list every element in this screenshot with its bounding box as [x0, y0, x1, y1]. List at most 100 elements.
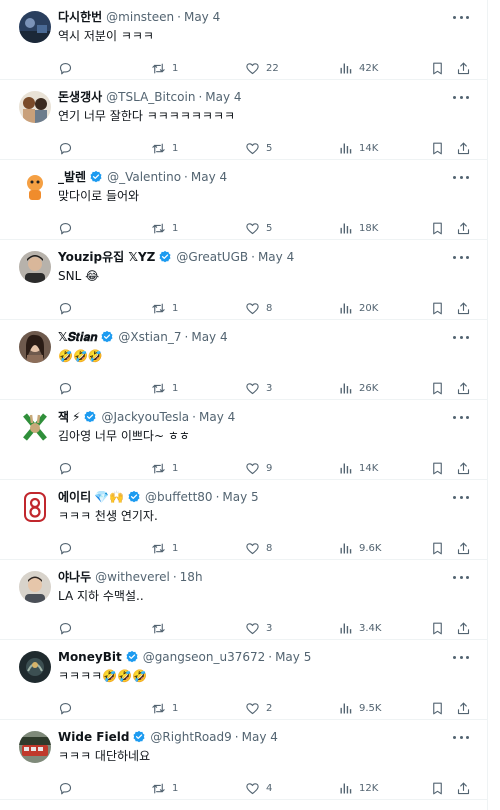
- reply-button[interactable]: [58, 140, 73, 156]
- like-button[interactable]: 9: [245, 460, 272, 476]
- author-name[interactable]: 야나두: [58, 568, 91, 586]
- views-button[interactable]: 18K: [338, 220, 378, 236]
- bookmark-button[interactable]: [430, 380, 445, 396]
- share-button[interactable]: [456, 300, 471, 316]
- tweet[interactable]: Youzip유집 𝕏YZ @GreatUGB · May 4 SNL 😂 1 8 20K: [0, 240, 487, 320]
- reply-button[interactable]: [58, 60, 73, 76]
- author-handle[interactable]: @TSLA_Bitcoin: [106, 88, 195, 106]
- avatar[interactable]: [19, 251, 51, 283]
- bookmark-button[interactable]: [430, 60, 445, 76]
- author-name[interactable]: 𝕏𝑺𝒕𝒊𝒂𝒏: [58, 328, 97, 346]
- author-handle[interactable]: @gangseon_u37672: [143, 648, 266, 666]
- avatar[interactable]: [19, 171, 51, 203]
- author-handle[interactable]: @Xstian_7: [118, 328, 181, 346]
- share-button[interactable]: [456, 460, 471, 476]
- bookmark-button[interactable]: [430, 220, 445, 236]
- views-button[interactable]: 42K: [338, 60, 378, 76]
- like-button[interactable]: 4: [245, 780, 272, 796]
- author-name[interactable]: 돈생갱사: [58, 88, 102, 106]
- reply-button[interactable]: [58, 780, 73, 796]
- tweet[interactable]: Wide Field @RightRoad9 · May 4 ㅋㅋㅋ 대단하네요 1 4 12…: [0, 720, 487, 800]
- tweet[interactable]: 돈생갱사 @TSLA_Bitcoin · May 4 연기 너무 잘한다 ㅋㅋㅋㅋㅋㅋㅋ…: [0, 80, 487, 160]
- timestamp[interactable]: May 4: [191, 168, 227, 186]
- avatar[interactable]: [19, 651, 51, 683]
- tweet[interactable]: 야나두 @witheverel · 18h LA 지하 수맥설.. 3 3.4K: [0, 560, 487, 640]
- author-handle[interactable]: @RightRoad9: [150, 728, 231, 746]
- avatar[interactable]: [19, 91, 51, 123]
- avatar[interactable]: [19, 411, 51, 443]
- more-options-icon[interactable]: [453, 333, 469, 341]
- like-button[interactable]: 5: [245, 140, 272, 156]
- avatar[interactable]: [19, 571, 51, 603]
- share-button[interactable]: [456, 700, 471, 716]
- more-options-icon[interactable]: [453, 253, 469, 261]
- like-button[interactable]: 22: [245, 60, 279, 76]
- like-button[interactable]: 3: [245, 380, 272, 396]
- views-button[interactable]: 3.4K: [338, 620, 381, 636]
- reply-button[interactable]: [58, 300, 73, 316]
- retweet-button[interactable]: 1: [151, 700, 178, 716]
- author-handle[interactable]: @GreatUGB: [176, 248, 248, 266]
- retweet-button[interactable]: [151, 620, 172, 636]
- bookmark-button[interactable]: [430, 540, 445, 556]
- reply-button[interactable]: [58, 220, 73, 236]
- views-button[interactable]: 9.5K: [338, 700, 381, 716]
- tweet[interactable]: MoneyBit @gangseon_u37672 · May 5 ㅋㅋㅋㅋ🤣🤣🤣 1 2 9…: [0, 640, 487, 720]
- views-button[interactable]: 20K: [338, 300, 378, 316]
- author-name[interactable]: 잭: [58, 408, 69, 426]
- timestamp[interactable]: May 5: [222, 488, 258, 506]
- bookmark-button[interactable]: [430, 780, 445, 796]
- more-options-icon[interactable]: [453, 733, 469, 741]
- views-button[interactable]: 26K: [338, 380, 378, 396]
- retweet-button[interactable]: 1: [151, 780, 178, 796]
- tweet[interactable]: 다시한번 @minsteen · May 4 역시 저분이 ㅋㅋㅋ 1 22 42K: [0, 0, 487, 80]
- reply-button[interactable]: [58, 460, 73, 476]
- share-button[interactable]: [456, 540, 471, 556]
- reply-button[interactable]: [58, 620, 73, 636]
- reply-button[interactable]: [58, 380, 73, 396]
- timestamp[interactable]: May 5: [275, 648, 311, 666]
- timestamp[interactable]: May 4: [191, 328, 227, 346]
- more-options-icon[interactable]: [453, 413, 469, 421]
- timestamp[interactable]: May 4: [258, 248, 294, 266]
- share-button[interactable]: [456, 140, 471, 156]
- timestamp[interactable]: May 4: [242, 728, 278, 746]
- bookmark-button[interactable]: [430, 300, 445, 316]
- like-button[interactable]: 8: [245, 300, 272, 316]
- retweet-button[interactable]: 1: [151, 300, 178, 316]
- author-name[interactable]: Wide Field: [58, 728, 129, 746]
- bookmark-button[interactable]: [430, 700, 445, 716]
- timestamp[interactable]: 18h: [180, 568, 203, 586]
- views-button[interactable]: 12K: [338, 780, 378, 796]
- avatar[interactable]: [19, 731, 51, 763]
- share-button[interactable]: [456, 220, 471, 236]
- tweet[interactable]: 잭 ⚡ @JackyouTesla · May 4 김아영 너무 이쁘다~ ㅎㅎ 1 9 14K: [0, 400, 487, 480]
- share-button[interactable]: [456, 620, 471, 636]
- avatar[interactable]: [19, 11, 51, 43]
- avatar[interactable]: [19, 331, 51, 363]
- bookmark-button[interactable]: [430, 140, 445, 156]
- author-handle[interactable]: @JackyouTesla: [101, 408, 189, 426]
- timestamp[interactable]: May 4: [199, 408, 235, 426]
- retweet-button[interactable]: 1: [151, 380, 178, 396]
- share-button[interactable]: [456, 380, 471, 396]
- more-options-icon[interactable]: [453, 653, 469, 661]
- author-name[interactable]: MoneyBit: [58, 648, 122, 666]
- retweet-button[interactable]: 1: [151, 460, 178, 476]
- views-button[interactable]: 14K: [338, 140, 378, 156]
- retweet-button[interactable]: 1: [151, 220, 178, 236]
- reply-button[interactable]: [58, 700, 73, 716]
- share-button[interactable]: [456, 780, 471, 796]
- reply-button[interactable]: [58, 540, 73, 556]
- author-handle[interactable]: @_Valentino: [107, 168, 181, 186]
- author-name[interactable]: 다시한번: [58, 8, 102, 26]
- bookmark-button[interactable]: [430, 460, 445, 476]
- avatar[interactable]: [19, 491, 51, 523]
- timestamp[interactable]: May 4: [184, 8, 220, 26]
- views-button[interactable]: 14K: [338, 460, 378, 476]
- more-options-icon[interactable]: [453, 13, 469, 21]
- more-options-icon[interactable]: [453, 173, 469, 181]
- views-button[interactable]: 9.6K: [338, 540, 381, 556]
- author-name[interactable]: 에이티: [58, 488, 91, 506]
- author-handle[interactable]: @buffett80: [145, 488, 213, 506]
